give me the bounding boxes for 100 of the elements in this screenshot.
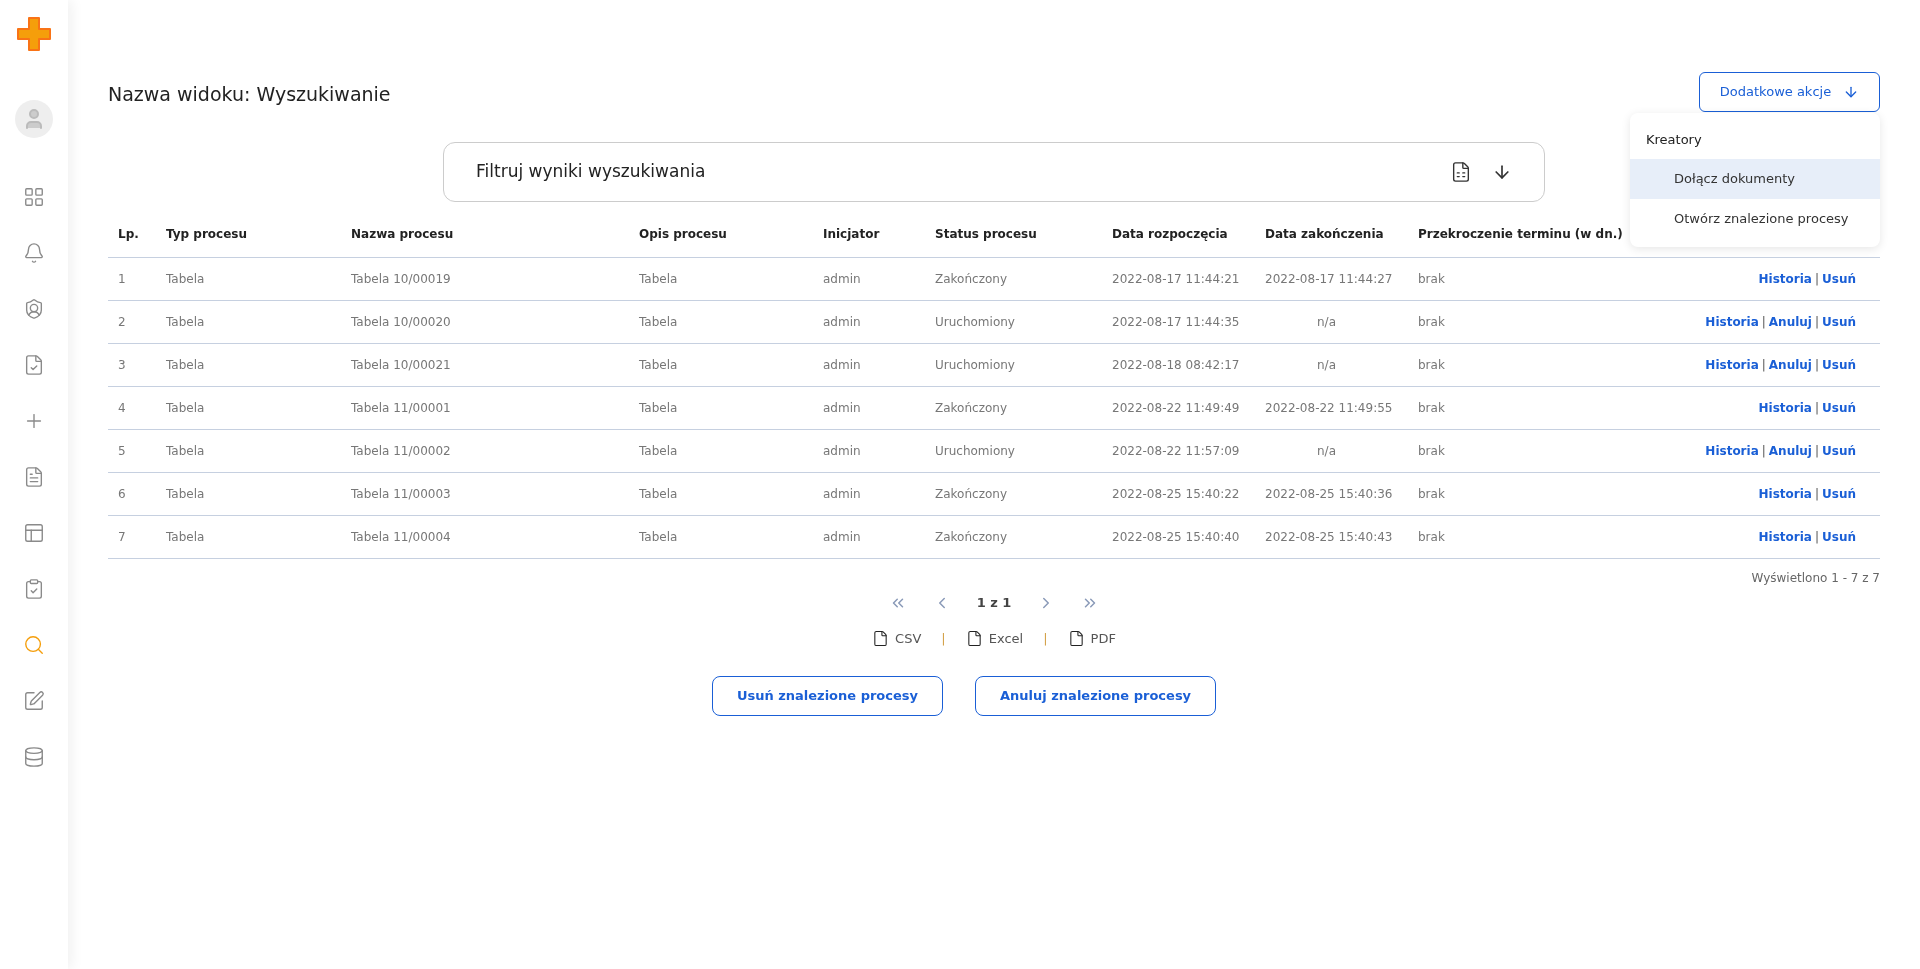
export-separator: | <box>941 629 946 648</box>
link-separator: | <box>1761 314 1766 331</box>
table-cell-text: Tabela <box>639 357 679 374</box>
table-cell-text: Tabela 11/00003 <box>351 486 452 503</box>
table-cell-text: 2 <box>118 314 127 331</box>
table-cell-text: Tabela 10/00019 <box>351 271 452 288</box>
table-cell-text: 3 <box>118 357 127 374</box>
table-cell-text: brak <box>1418 486 1446 503</box>
row-action-link[interactable]: Usuń <box>1822 528 1856 546</box>
export-link[interactable]: Excel <box>965 628 1024 648</box>
page-title: Nazwa widoku: Wyszukiwanie <box>108 82 391 107</box>
link-separator: | <box>1814 271 1819 288</box>
table-cell-text: Tabela <box>639 443 679 460</box>
row-action-link[interactable]: Usuń <box>1822 485 1856 503</box>
outline-button[interactable]: Anuluj znalezione procesy <box>975 676 1217 716</box>
table-cell-text: brak <box>1418 529 1446 546</box>
row-action-link[interactable]: Anuluj <box>1768 442 1812 460</box>
table-cell-text: 1 <box>118 271 127 288</box>
results-summary: Wyświetlono 1 - 7 z 7 <box>1751 570 1880 587</box>
table-cell-text: Tabela <box>166 400 206 417</box>
file-icon <box>1067 629 1085 647</box>
table-cell-text: Uruchomiony <box>935 314 1016 331</box>
filter-bar[interactable]: Filtruj wyniki wyszukiwania <box>443 142 1545 202</box>
table-cell-text: Tabela <box>166 271 206 288</box>
table-cell-text: 2022-08-22 11:49:49 <box>1112 400 1241 417</box>
more-actions-button[interactable]: Dodatkowe akcje <box>1699 72 1880 112</box>
column-header: Inicjator <box>823 225 881 243</box>
table-cell-text: brak <box>1418 271 1446 288</box>
table-cell-text: Tabela <box>639 529 679 546</box>
link-separator: | <box>1814 443 1819 460</box>
table-cell-text: Uruchomiony <box>935 443 1016 460</box>
table-cell-text: 2022-08-25 15:40:36 <box>1265 486 1394 503</box>
table-cell-text: Zakończony <box>935 529 1008 546</box>
menu-item[interactable]: Dołącz dokumenty <box>1630 158 1880 199</box>
outline-button[interactable]: Usuń znalezione procesy <box>711 676 944 716</box>
row-action-link[interactable]: Usuń <box>1822 399 1856 417</box>
menu-item[interactable]: Otwórz znalezione procesy <box>1630 198 1880 239</box>
table-cell-text: brak <box>1418 357 1446 374</box>
row-action-link[interactable]: Historia <box>1705 356 1759 374</box>
table-cell-text: brak <box>1418 443 1446 460</box>
table-cell-text: Tabela <box>166 529 206 546</box>
avatar <box>15 100 53 138</box>
row-action-link[interactable]: Usuń <box>1822 356 1856 374</box>
export-link[interactable]: CSV <box>872 628 922 648</box>
table-cell-text: Tabela 11/00004 <box>351 529 452 546</box>
table-cell-text: Tabela <box>639 271 679 288</box>
row-action-link[interactable]: Anuluj <box>1768 356 1812 374</box>
table-cell-text: 7 <box>118 529 127 546</box>
link-separator: | <box>1814 529 1819 546</box>
table-cell-text: Tabela <box>166 486 206 503</box>
table-cell-text: Tabela <box>166 443 206 460</box>
filter-label: Filtruj wyniki wyszukiwania <box>476 160 707 184</box>
column-header: Opis procesu <box>639 225 728 243</box>
row-action-link[interactable]: Historia <box>1758 528 1812 546</box>
menu-heading: Kreatory <box>1645 131 1703 149</box>
table-cell-text: Tabela 11/00002 <box>351 443 452 460</box>
row-action-link[interactable]: Historia <box>1758 270 1812 288</box>
table-cell-text: 2022-08-22 11:49:55 <box>1265 400 1394 417</box>
column-header: Data zakończenia <box>1265 225 1385 243</box>
table-cell-text: n/a <box>1316 357 1337 374</box>
column-header: Lp. <box>118 225 140 243</box>
table-cell-text: Uruchomiony <box>935 357 1016 374</box>
column-header: Typ procesu <box>166 225 249 243</box>
row-action-link[interactable]: Historia <box>1705 313 1759 331</box>
table-cell-text: admin <box>823 271 862 288</box>
table-cell-text: Tabela <box>166 357 206 374</box>
table-cell-text: Zakończony <box>935 271 1008 288</box>
page-indicator: 1 z 1 <box>976 594 1012 612</box>
row-action-link[interactable]: Anuluj <box>1768 313 1812 331</box>
table-cell-text: 2022-08-17 11:44:21 <box>1112 271 1241 288</box>
column-header: Przekroczenie terminu (w dn.) <box>1418 225 1624 243</box>
table-cell-text: Tabela 10/00020 <box>351 314 452 331</box>
link-separator: | <box>1814 357 1819 374</box>
table-cell-text: 2022-08-17 11:44:35 <box>1112 314 1241 331</box>
table-cell-text: 2022-08-25 15:40:40 <box>1112 529 1241 546</box>
refresh-file-icon[interactable] <box>1450 161 1472 183</box>
row-action-link[interactable]: Historia <box>1758 485 1812 503</box>
table-cell-text: 2022-08-17 11:44:27 <box>1265 271 1394 288</box>
table-cell-text: brak <box>1418 314 1446 331</box>
row-action-link[interactable]: Usuń <box>1822 270 1856 288</box>
table-cell-text: Tabela <box>639 400 679 417</box>
table-cell-text: 4 <box>118 400 127 417</box>
table-cell-text: admin <box>823 443 862 460</box>
table-cell-text: admin <box>823 357 862 374</box>
row-action-link[interactable]: Historia <box>1758 399 1812 417</box>
table-cell-text: admin <box>823 314 862 331</box>
table-cell-text: Tabela <box>166 314 206 331</box>
export-link[interactable]: PDF <box>1067 628 1116 648</box>
table-cell-text: 2022-08-18 08:42:17 <box>1112 357 1241 374</box>
table-cell-text: admin <box>823 529 862 546</box>
table-cell-text: Zakończony <box>935 486 1008 503</box>
plus-logo <box>14 14 54 54</box>
table-cell-text: brak <box>1418 400 1446 417</box>
table-cell-text: admin <box>823 400 862 417</box>
file-icon <box>965 629 983 647</box>
row-action-link[interactable]: Historia <box>1705 442 1759 460</box>
row-action-link[interactable]: Usuń <box>1822 442 1856 460</box>
row-action-link[interactable]: Usuń <box>1822 313 1856 331</box>
table-cell-text: 2022-08-25 15:40:43 <box>1265 529 1394 546</box>
file-icon <box>872 629 890 647</box>
